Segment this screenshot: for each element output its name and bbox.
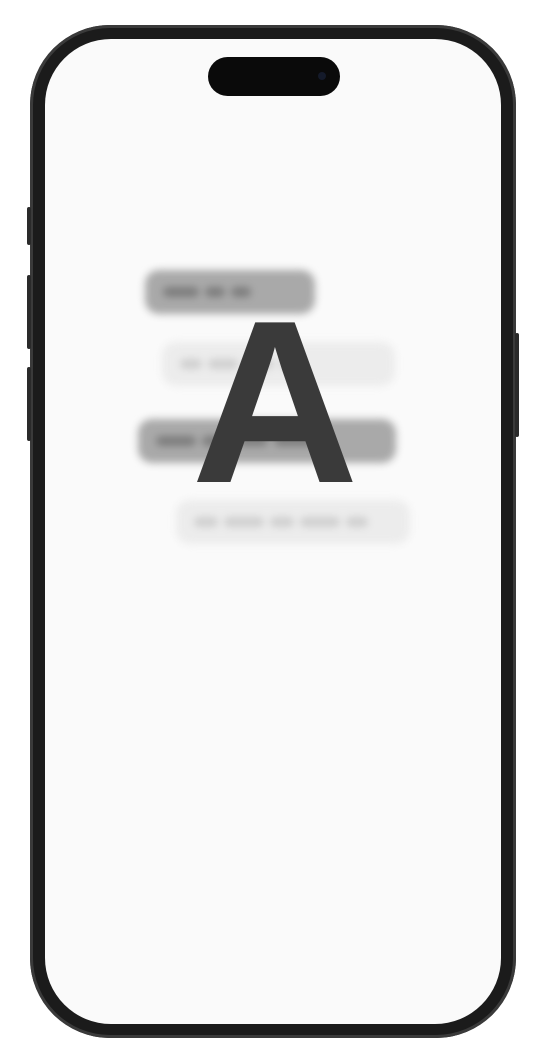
camera-icon xyxy=(318,72,326,80)
power-button xyxy=(515,333,519,437)
action-button xyxy=(27,207,31,245)
dynamic-island xyxy=(208,57,340,96)
volume-up-button xyxy=(27,275,31,349)
phone-frame: A xyxy=(27,25,519,1038)
volume-down-button xyxy=(27,367,31,441)
phone-screen: A xyxy=(45,39,501,1024)
letter-overlay: A xyxy=(191,273,359,532)
